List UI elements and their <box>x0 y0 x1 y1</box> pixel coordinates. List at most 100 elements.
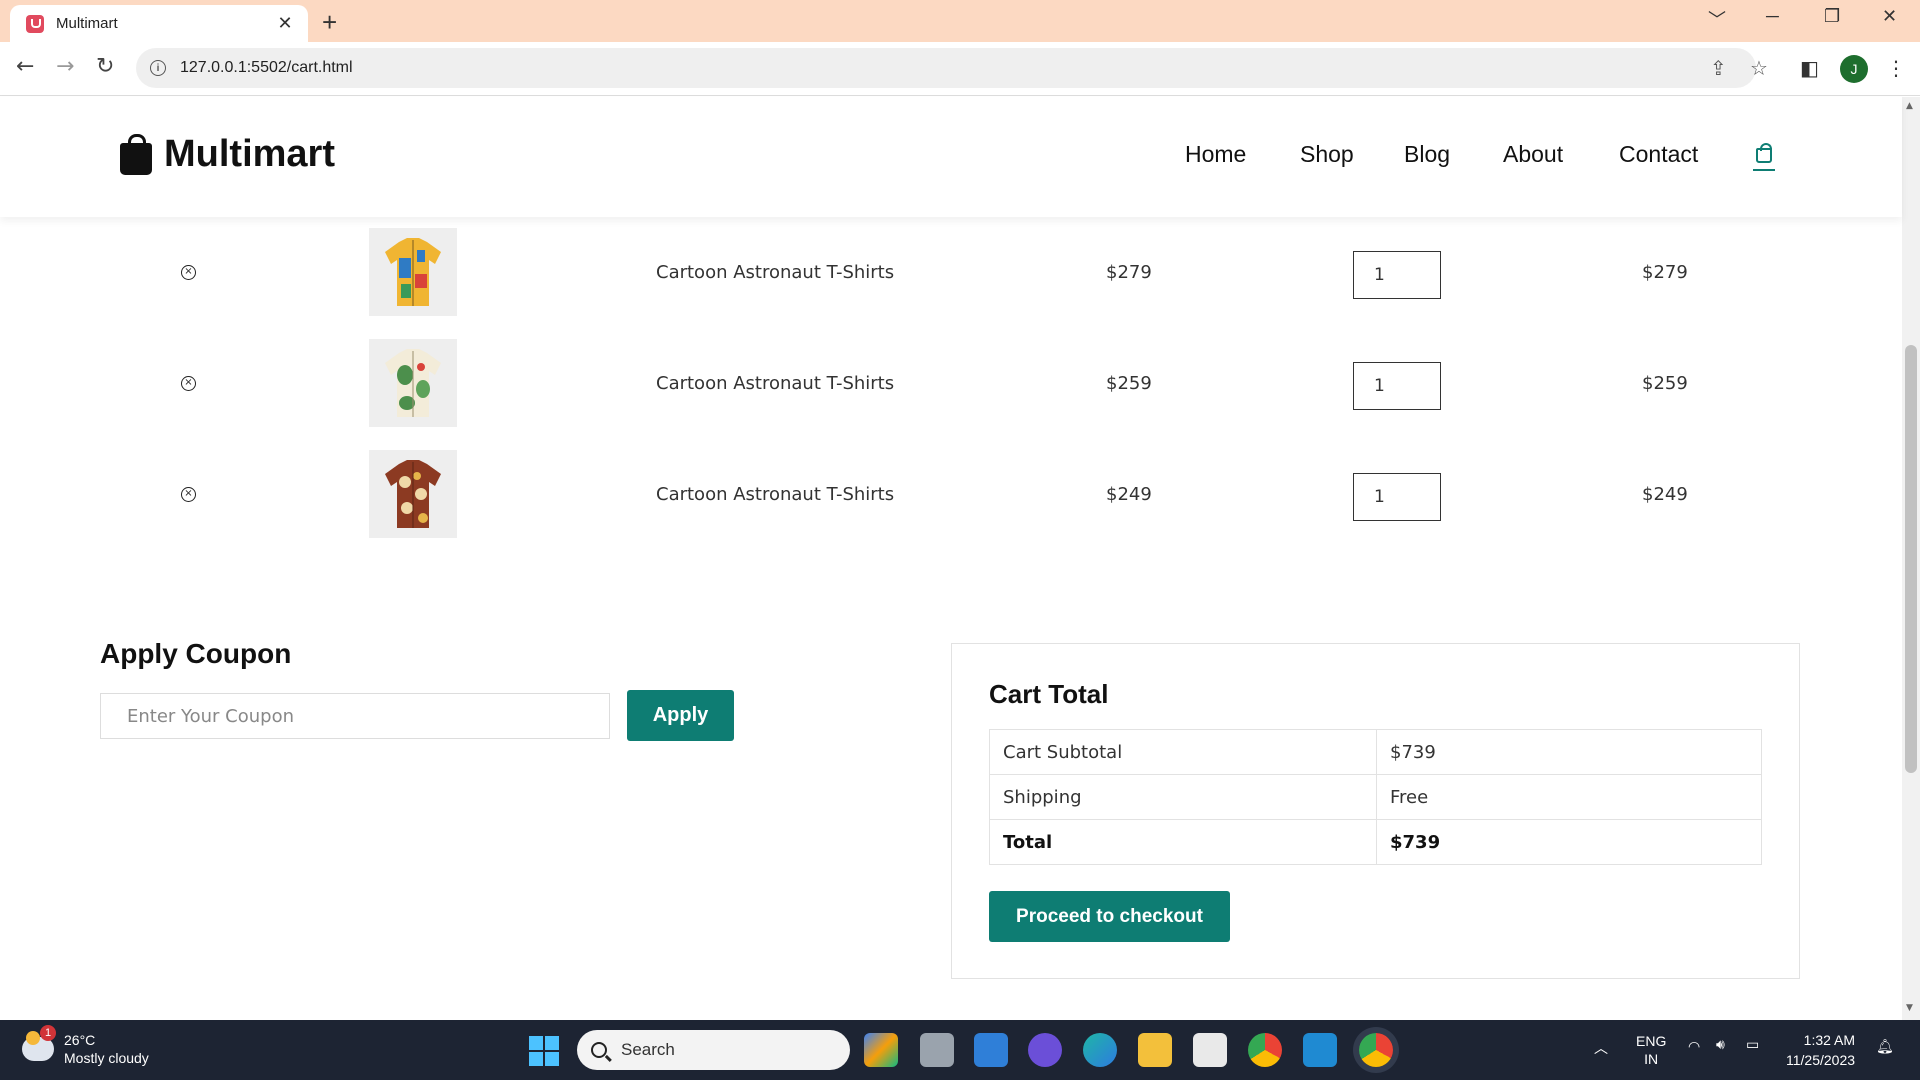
browser-menu-icon[interactable]: ⋮ <box>1886 56 1906 80</box>
cart-row: × Cartoon Astronaut T-Shirts $279 $279 <box>0 227 1902 317</box>
restore-button[interactable]: ❐ <box>1824 6 1840 27</box>
media-player-icon[interactable] <box>1028 1033 1062 1067</box>
vscode-icon[interactable] <box>1303 1033 1337 1067</box>
file-explorer-icon[interactable] <box>1138 1033 1172 1067</box>
new-tab-button[interactable]: + <box>322 7 337 38</box>
forward-arrow-icon[interactable]: → <box>56 54 74 79</box>
remove-item-icon[interactable]: × <box>181 376 196 391</box>
task-view-icon[interactable] <box>920 1033 954 1067</box>
apply-coupon-button[interactable]: Apply <box>627 690 734 741</box>
shopping-bag-icon <box>120 133 152 175</box>
nav-blog[interactable]: Blog <box>1404 141 1450 168</box>
scroll-down-arrow-icon[interactable]: ▼ <box>1906 1003 1913 1013</box>
total-label: Total <box>989 819 1377 865</box>
tab-title: Multimart <box>56 15 118 32</box>
tab-close-icon[interactable]: ✕ <box>274 13 296 34</box>
product-subtotal: $279 <box>1642 262 1688 283</box>
weather-temperature: 26°C <box>64 1032 96 1048</box>
subtotal-label: Cart Subtotal <box>989 729 1377 775</box>
browser-toolbar: ← → ↻ i 127.0.0.1:5502/cart.html ⇪ ☆ ◧ J… <box>0 42 1920 96</box>
wifi-icon[interactable]: ◠ <box>1688 1038 1700 1055</box>
site-info-icon[interactable]: i <box>150 60 166 76</box>
cart-total-table: Cart Subtotal $739 Shipping Free Total $… <box>989 729 1762 865</box>
cart-total-panel: Cart Total Cart Subtotal $739 Shipping F… <box>951 643 1800 979</box>
shipping-row: Shipping Free <box>989 774 1762 820</box>
coupon-input[interactable] <box>100 693 610 739</box>
bookmark-star-icon[interactable]: ☆ <box>1750 56 1768 80</box>
volume-icon[interactable]: 🔊︎ <box>1716 1036 1725 1053</box>
back-arrow-icon[interactable]: ← <box>16 54 34 79</box>
product-price: $279 <box>1106 262 1152 283</box>
nav-home[interactable]: Home <box>1185 141 1246 168</box>
quantity-input[interactable] <box>1353 362 1441 410</box>
quantity-input[interactable] <box>1353 251 1441 299</box>
subtotal-row: Cart Subtotal $739 <box>989 729 1762 775</box>
taskbar-search-label: Search <box>621 1040 675 1059</box>
total-row: Total $739 <box>989 819 1762 865</box>
edge-browser-icon[interactable] <box>1083 1033 1117 1067</box>
proceed-to-checkout-button[interactable]: Proceed to checkout <box>989 891 1230 942</box>
scroll-up-arrow-icon[interactable]: ▲ <box>1906 101 1913 111</box>
share-icon[interactable]: ⇪ <box>1710 56 1727 80</box>
shipping-label: Shipping <box>989 774 1377 820</box>
nav-cart-link[interactable] <box>1753 141 1775 171</box>
tab-search-icon[interactable]: ﹀ <box>1708 6 1726 32</box>
product-image <box>369 450 457 538</box>
weather-widget[interactable]: 1 26°C Mostly cloudy <box>22 1025 149 1067</box>
cart-row: × Cartoon Astronaut T-Shirts $249 $249 <box>0 449 1902 539</box>
site-logo[interactable]: Multimart <box>120 133 335 176</box>
language-indicator[interactable]: ENG IN <box>1636 1032 1666 1068</box>
side-panel-icon[interactable]: ◧ <box>1800 56 1819 80</box>
product-price: $249 <box>1106 484 1152 505</box>
show-hidden-icons-chevron-icon[interactable]: ︿ <box>1594 1038 1608 1058</box>
product-subtotal: $249 <box>1642 484 1688 505</box>
browser-tab-strip: Multimart ✕ + ﹀ ─ ❐ ✕ <box>0 0 1920 42</box>
windows-start-icon[interactable] <box>529 1036 559 1066</box>
language-code: ENG <box>1636 1033 1667 1049</box>
product-price: $259 <box>1106 373 1152 394</box>
address-bar[interactable]: i 127.0.0.1:5502/cart.html ⇪ ☆ <box>136 48 1768 88</box>
microsoft-store-icon[interactable] <box>1193 1033 1227 1067</box>
site-favicon-icon <box>26 14 44 33</box>
mail-icon[interactable] <box>974 1033 1008 1067</box>
profile-avatar[interactable]: J <box>1840 55 1868 83</box>
browser-tab[interactable]: Multimart ✕ <box>10 5 308 42</box>
nav-about[interactable]: About <box>1503 141 1563 168</box>
coupon-title: Apply Coupon <box>100 638 292 669</box>
subtotal-value: $739 <box>1376 729 1762 775</box>
system-clock[interactable]: 1:32 AM 11/25/2023 <box>1786 1030 1855 1070</box>
notification-bell-icon[interactable]: 🔔︎ <box>1876 1038 1894 1055</box>
cart-total-title: Cart Total <box>989 679 1109 709</box>
taskbar-search[interactable]: Search <box>577 1030 850 1070</box>
copilot-icon[interactable] <box>864 1033 898 1067</box>
product-image <box>369 228 457 316</box>
cart-row: × Cartoon Astronaut T-Shirts $259 $259 <box>0 338 1902 428</box>
remove-item-icon[interactable]: × <box>181 487 196 502</box>
total-value: $739 <box>1376 819 1762 865</box>
windows-taskbar: 1 26°C Mostly cloudy Search ︿ ENG IN ◠ 🔊… <box>0 1020 1920 1080</box>
scroll-thumb[interactable] <box>1905 345 1917 773</box>
chrome-icon[interactable] <box>1248 1033 1282 1067</box>
chrome-active-icon[interactable] <box>1359 1033 1393 1067</box>
reload-icon[interactable]: ↻ <box>96 54 114 79</box>
battery-icon[interactable]: ▭ <box>1746 1036 1759 1053</box>
minimize-button[interactable]: ─ <box>1766 6 1779 27</box>
shipping-value: Free <box>1376 774 1762 820</box>
close-window-button[interactable]: ✕ <box>1882 6 1897 27</box>
product-name[interactable]: Cartoon Astronaut T-Shirts <box>656 484 894 505</box>
site-header: Multimart Home Shop Blog About Contact <box>0 97 1902 217</box>
product-name[interactable]: Cartoon Astronaut T-Shirts <box>656 262 894 283</box>
region-code: IN <box>1644 1051 1659 1067</box>
weather-description: Mostly cloudy <box>64 1050 149 1066</box>
product-name[interactable]: Cartoon Astronaut T-Shirts <box>656 373 894 394</box>
product-subtotal: $259 <box>1642 373 1688 394</box>
url-text[interactable]: 127.0.0.1:5502/cart.html <box>180 59 353 77</box>
nav-shop[interactable]: Shop <box>1300 141 1354 168</box>
nav-contact[interactable]: Contact <box>1619 141 1698 168</box>
quantity-input[interactable] <box>1353 473 1441 521</box>
page-scrollbar[interactable]: ▲ ▼ <box>1902 97 1920 1020</box>
cloudy-weather-icon: 1 <box>22 1025 56 1061</box>
weather-badge: 1 <box>40 1025 56 1041</box>
product-image <box>369 339 457 427</box>
remove-item-icon[interactable]: × <box>181 265 196 280</box>
